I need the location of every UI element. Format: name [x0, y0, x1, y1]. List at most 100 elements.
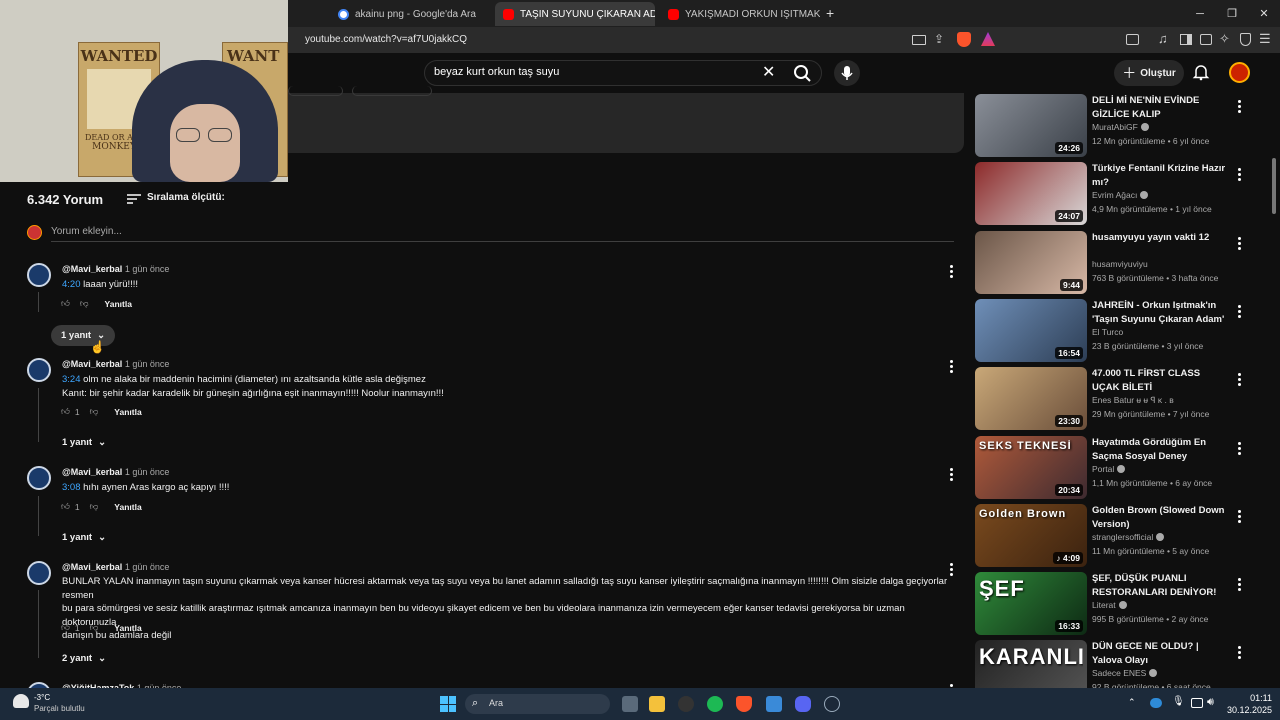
dislike-icon[interactable]: 👎︎: [90, 406, 99, 417]
microphone-tray-icon[interactable]: 🎙︎: [1172, 696, 1185, 707]
comment-author[interactable]: @Mavi_kerbal: [62, 562, 122, 572]
replies-toggle[interactable]: 2 yanıt ⌄: [62, 653, 106, 664]
microphone-icon[interactable]: [834, 60, 860, 86]
avatar[interactable]: [27, 263, 51, 287]
music-icon[interactable]: ♫: [1158, 31, 1168, 46]
volume-icon[interactable]: 🔊︎: [1207, 696, 1214, 709]
onedrive-icon[interactable]: [1150, 698, 1162, 708]
video-thumbnail[interactable]: 9:44: [975, 231, 1087, 294]
search-input[interactable]: beyaz kurt orkun taş suyu: [434, 66, 559, 78]
brave-icon[interactable]: [736, 696, 752, 712]
sort-button[interactable]: Sıralama ölçütü:: [147, 192, 225, 203]
more-options-icon[interactable]: [1237, 166, 1241, 183]
video-title[interactable]: Golden Brown (Slowed Down Version): [1092, 504, 1226, 531]
more-options-icon[interactable]: [1237, 644, 1241, 661]
channel-name[interactable]: Sadece ENES: [1092, 668, 1158, 678]
timestamp-link[interactable]: 3:24: [62, 374, 81, 385]
share-icon[interactable]: ⇪: [934, 32, 944, 46]
comment-time[interactable]: 1 gün önce: [125, 264, 170, 274]
reply-button[interactable]: Yanıtla: [114, 502, 141, 512]
leo-ai-icon[interactable]: ✧: [1219, 31, 1230, 47]
video-title[interactable]: Hayatımda Gördüğüm En Saçma Sosyal Deney: [1092, 436, 1226, 463]
github-icon[interactable]: [678, 696, 694, 712]
replies-toggle[interactable]: 1 yanıt ⌄: [51, 325, 116, 346]
brave-shield-icon[interactable]: [957, 32, 971, 47]
like-icon[interactable]: 👍︎: [61, 501, 70, 512]
like-icon[interactable]: 👍︎: [61, 298, 70, 309]
video-thumbnail[interactable]: SEKS TEKNESİ 20:34: [975, 436, 1087, 499]
recommended-video[interactable]: SEKS TEKNESİ 20:34 Hayatımda Gördüğüm En S…: [975, 436, 1265, 499]
account-avatar[interactable]: [1229, 62, 1250, 83]
new-tab-button[interactable]: +: [826, 5, 834, 21]
recommended-video[interactable]: 24:26 DELİ Mİ NE'NİN EVİNDE GİZLİCE KALIP…: [975, 94, 1265, 157]
comment-time[interactable]: 1 gün önce: [125, 359, 170, 369]
reply-button[interactable]: Yanıtla: [105, 299, 132, 309]
dislike-icon[interactable]: 👎︎: [80, 298, 89, 309]
more-options-icon[interactable]: [949, 466, 953, 483]
timestamp-link[interactable]: 4:20: [62, 279, 81, 290]
file-explorer-icon[interactable]: [649, 696, 665, 712]
scrollbar-thumb[interactable]: [1272, 158, 1276, 214]
app-icon[interactable]: [766, 696, 782, 712]
like-icon[interactable]: 👍︎: [61, 622, 70, 633]
video-thumbnail[interactable]: 16:54: [975, 299, 1087, 362]
spotify-icon[interactable]: [707, 696, 723, 712]
more-options-icon[interactable]: [1237, 576, 1241, 593]
more-options-icon[interactable]: [1237, 371, 1241, 388]
video-thumbnail[interactable]: ŞEF 16:33: [975, 572, 1087, 635]
more-options-icon[interactable]: [1237, 303, 1241, 320]
recommended-video[interactable]: 9:44 husamyuyu yayın vakti 12 husamviyuviy…: [975, 231, 1265, 294]
reader-icon[interactable]: [1126, 34, 1139, 45]
video-title[interactable]: 47.000 TL FİRST CLASS UÇAK BİLETİ: [1092, 367, 1226, 394]
channel-name[interactable]: husamviyuviyu: [1092, 259, 1148, 269]
recommended-video[interactable]: 16:54 JAHREİN - Orkun Işıtmak'ın 'Taşın S…: [975, 299, 1265, 362]
more-options-icon[interactable]: [1237, 508, 1241, 525]
channel-name[interactable]: stranglersofficial: [1092, 532, 1165, 542]
steam-icon[interactable]: [824, 696, 840, 712]
more-options-icon[interactable]: [1237, 440, 1241, 457]
taskbar-search[interactable]: [465, 694, 610, 714]
reply-button[interactable]: Yanıtla: [114, 407, 141, 417]
channel-name[interactable]: El Turco: [1092, 327, 1123, 337]
comment-author[interactable]: @Mavi_kerbal: [62, 359, 122, 369]
weather-icon[interactable]: [13, 694, 29, 708]
more-options-icon[interactable]: [949, 358, 953, 375]
clear-search-icon[interactable]: ✕: [762, 62, 775, 82]
display-icon[interactable]: [1191, 698, 1203, 708]
comment-author[interactable]: @Mavi_kerbal: [62, 467, 122, 477]
cast-icon[interactable]: [912, 35, 926, 45]
sidebar-toggle-icon[interactable]: [1180, 34, 1192, 45]
video-title[interactable]: Türkiye Fentanil Krizine Hazır mı?: [1092, 162, 1226, 189]
video-title[interactable]: JAHREİN - Orkun Işıtmak'ın 'Taşın Suyunu…: [1092, 299, 1226, 326]
chip[interactable]: [288, 86, 343, 96]
address-bar[interactable]: youtube.com/watch?v=af7U0jakkCQ: [290, 30, 930, 50]
avatar[interactable]: [27, 358, 51, 382]
recommended-video[interactable]: ŞEF 16:33 ŞEF, DÜŞÜK PUANLI RESTORANLARI D…: [975, 572, 1265, 635]
task-view-icon[interactable]: [622, 696, 638, 712]
restore-icon[interactable]: ❐: [1216, 7, 1248, 20]
video-title[interactable]: DÜN GECE NE OLDU? | Yalova Olayı: [1092, 640, 1226, 667]
discord-icon[interactable]: [795, 696, 811, 712]
tab-google-search[interactable]: akainu png - Google'da Ara: [330, 2, 490, 26]
dislike-icon[interactable]: 👎︎: [90, 622, 99, 633]
more-options-icon[interactable]: [1237, 98, 1241, 115]
video-thumbnail[interactable]: Golden Brown ♪ 4:09: [975, 504, 1087, 567]
sort-icon[interactable]: [127, 193, 141, 205]
tab-current-video[interactable]: TAŞIN SUYUNU ÇIKARAN ADAM ✕: [495, 2, 655, 26]
create-button[interactable]: ＋ Oluştur: [1114, 60, 1184, 86]
video-title[interactable]: ŞEF, DÜŞÜK PUANLI RESTORANLARI DENİYOR!: [1092, 572, 1226, 599]
avatar[interactable]: [27, 561, 51, 585]
menu-icon[interactable]: ☰: [1259, 31, 1271, 47]
vpn-icon[interactable]: [1240, 33, 1251, 46]
notifications-icon[interactable]: [1192, 63, 1210, 81]
channel-name[interactable]: Evrim Ağacı: [1092, 190, 1149, 200]
more-options-icon[interactable]: [949, 561, 953, 578]
replies-toggle[interactable]: 1 yanıt ⌄: [62, 437, 106, 448]
comment-author[interactable]: @Mavi_kerbal: [62, 264, 122, 274]
channel-name[interactable]: Enes Batur ᵾ ᵾ ꟼ ᴋ . ʙ: [1092, 395, 1174, 406]
search-icon[interactable]: [785, 61, 821, 85]
more-options-icon[interactable]: [1237, 235, 1241, 252]
replies-toggle[interactable]: 1 yanıt ⌄: [62, 532, 106, 543]
minimize-icon[interactable]: ─: [1184, 8, 1216, 20]
channel-name[interactable]: Portal: [1092, 464, 1126, 474]
